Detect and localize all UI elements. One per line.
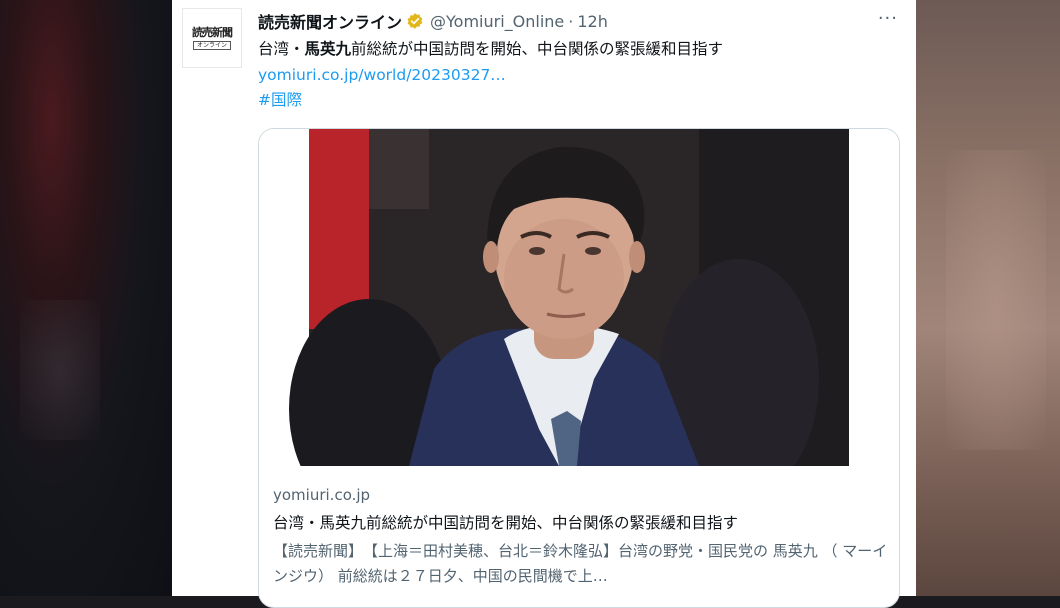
tweet-timestamp[interactable]: 12h (577, 12, 608, 31)
avatar-logo-text: 読売新聞 (192, 25, 233, 39)
tweet-link[interactable]: yomiuri.co.jp/world/20230327… (258, 64, 506, 86)
tweet-panel: 読売新聞 オンライン 読売新聞オンライン @Yomiuri_Online · 1… (172, 0, 916, 608)
background-left-blur (0, 0, 172, 596)
card-title: 台湾・馬英九前総統が中国訪問を開始、中台関係の緊張緩和目指す (273, 514, 739, 532)
card-description: 【読売新聞】 【上海＝田村美穂、台北＝鈴木隆弘】台湾の野党・国民党の 馬英九 （… (273, 542, 888, 585)
hashtag-link[interactable]: #国際 (258, 89, 302, 111)
account-handle[interactable]: @Yomiuri_Online (430, 12, 564, 31)
card-news-photo[interactable] (259, 129, 899, 466)
tweet-text-end: 前総統が中国訪問を開始、中台関係の緊張緩和目指す (351, 40, 724, 58)
background-right-blur (916, 0, 1060, 596)
avatar-logo-sub: オンライン (192, 40, 231, 50)
avatar[interactable]: 読売新聞 オンライン (182, 8, 242, 68)
tweet-text-start: 台湾・ (258, 40, 305, 58)
link-preview-card[interactable]: yomiuri.co.jp 台湾・馬英九前総統が中国訪問を開始、中台関係の緊張緩… (258, 128, 900, 608)
header-separator: · (568, 11, 574, 31)
tweet-text: 台湾・馬英九前総統が中国訪問を開始、中台関係の緊張緩和目指す (258, 38, 723, 60)
more-options-icon[interactable]: ··· (878, 8, 898, 30)
display-name[interactable]: 読売新聞オンライン (258, 9, 402, 33)
verified-badge-icon (406, 12, 424, 30)
tweet-text-bold: 馬英九 (304, 40, 352, 58)
card-domain: yomiuri.co.jp (273, 486, 371, 504)
tweet-header: 読売新聞オンライン @Yomiuri_Online · 12h (258, 9, 608, 33)
